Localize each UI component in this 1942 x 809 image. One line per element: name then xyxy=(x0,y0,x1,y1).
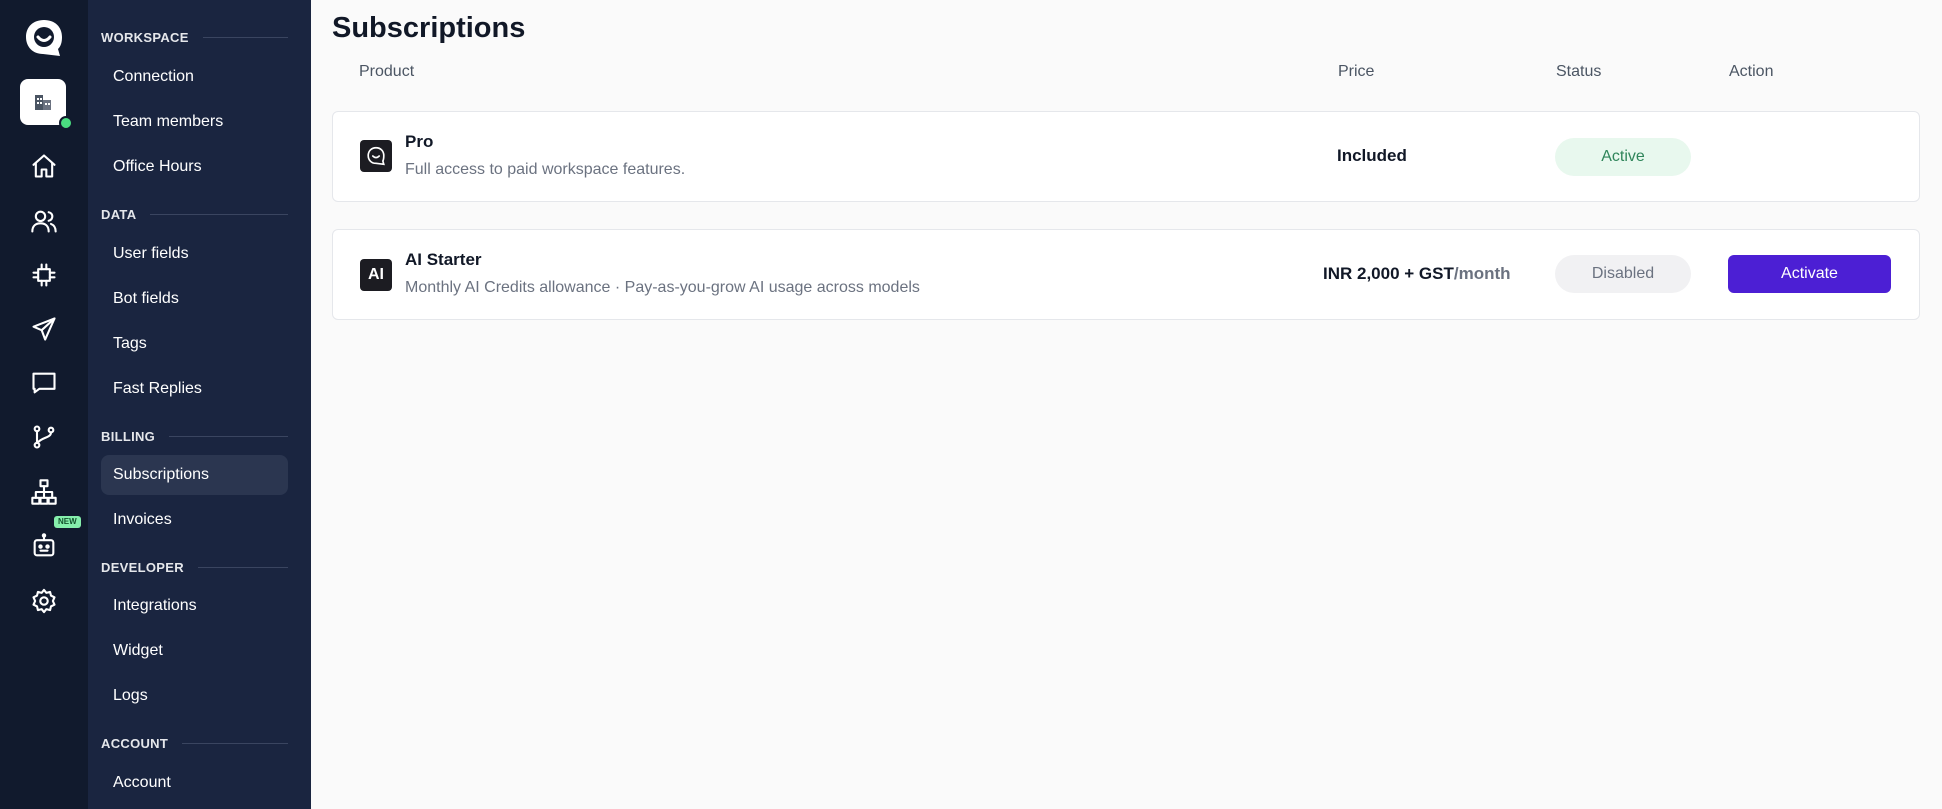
page-title: Subscriptions xyxy=(332,12,526,44)
sidebar-item-account[interactable]: Account xyxy=(101,763,288,803)
sidebar-item-connection[interactable]: Connection xyxy=(101,57,288,97)
sidebar-item-invoices[interactable]: Invoices xyxy=(101,500,288,540)
subscription-row-ai-starter: AI AI Starter Monthly AI Credits allowan… xyxy=(332,229,1920,320)
product-description: Monthly AI Credits allowance · Pay-as-yo… xyxy=(405,279,920,296)
main-content: Subscriptions Product Price Status Actio… xyxy=(311,0,1942,809)
integrations-icon[interactable] xyxy=(22,253,66,297)
status-badge: Active xyxy=(1555,138,1691,176)
section-title-workspace: WORKSPACE xyxy=(101,30,288,45)
section-title-account: ACCOUNT xyxy=(101,736,288,751)
new-badge: NEW xyxy=(54,516,81,528)
status-badge: Disabled xyxy=(1555,255,1691,293)
chat-logo-icon xyxy=(360,140,392,172)
sidebar-item-user-fields[interactable]: User fields xyxy=(101,234,288,274)
ai-product-icon: AI xyxy=(360,259,392,291)
sidebar-item-bot-fields[interactable]: Bot fields xyxy=(101,279,288,319)
product-price: Included xyxy=(1337,146,1407,165)
sitemap-icon[interactable] xyxy=(22,470,66,514)
sidebar-item-tags[interactable]: Tags xyxy=(101,324,288,364)
settings-sidebar: WORKSPACE Connection Team members Office… xyxy=(88,0,311,809)
users-icon[interactable] xyxy=(22,199,66,243)
sidebar-item-team-members[interactable]: Team members xyxy=(101,102,288,142)
activate-button[interactable]: Activate xyxy=(1728,255,1891,293)
sidebar-item-logs[interactable]: Logs xyxy=(101,676,288,716)
product-name: Pro xyxy=(405,132,434,151)
section-title-billing: BILLING xyxy=(101,429,288,444)
broadcast-icon[interactable] xyxy=(22,307,66,351)
chat-icon[interactable] xyxy=(22,361,66,405)
sidebar-item-office-hours[interactable]: Office Hours xyxy=(101,147,288,187)
workspace-switcher[interactable] xyxy=(20,79,73,130)
sidebar-item-widget[interactable]: Widget xyxy=(101,631,288,671)
section-title-data: DATA xyxy=(101,207,288,222)
column-header-product: Product xyxy=(359,63,415,80)
logo-icon[interactable] xyxy=(22,16,66,60)
sidebar-item-integrations[interactable]: Integrations xyxy=(101,586,288,626)
product-name: AI Starter xyxy=(405,250,482,269)
column-header-price: Price xyxy=(1338,63,1375,80)
product-description: Full access to paid workspace features. xyxy=(405,161,686,178)
icon-rail: NEW xyxy=(0,0,88,809)
home-icon[interactable] xyxy=(22,144,66,188)
flows-icon[interactable] xyxy=(22,415,66,459)
bot-icon[interactable] xyxy=(22,524,66,568)
subscription-row-pro: Pro Full access to paid workspace featur… xyxy=(332,111,1920,202)
column-header-action: Action xyxy=(1729,63,1774,80)
section-title-developer: DEVELOPER xyxy=(101,560,288,575)
workspace-icon xyxy=(35,95,51,110)
settings-icon[interactable] xyxy=(22,579,66,623)
online-status-dot xyxy=(59,116,73,130)
product-price: INR 2,000 + GST/month xyxy=(1323,264,1511,283)
sidebar-item-subscriptions[interactable]: Subscriptions xyxy=(101,455,288,495)
column-header-status: Status xyxy=(1556,63,1602,80)
sidebar-item-fast-replies[interactable]: Fast Replies xyxy=(101,369,288,409)
